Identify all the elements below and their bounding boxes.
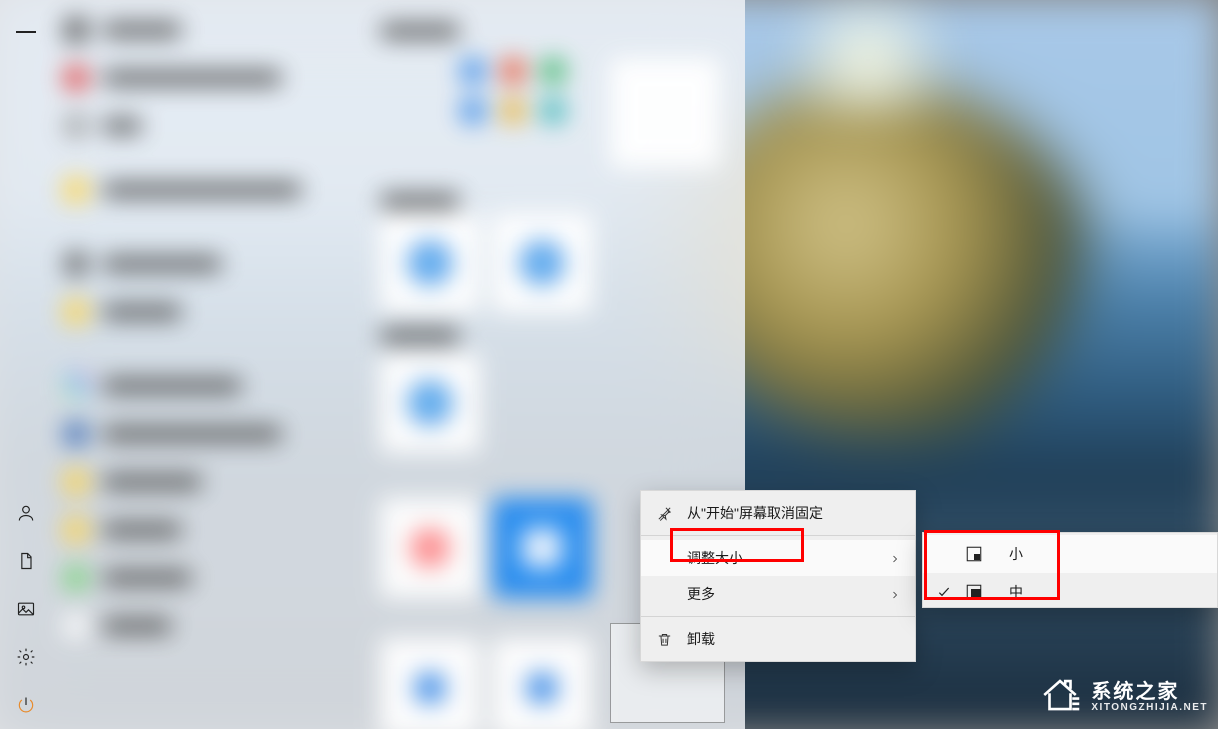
start-menu-blurred-content — [0, 0, 745, 729]
menu-item-uninstall-label: 卸载 — [687, 629, 715, 649]
size-option-small-label: 小 — [1009, 544, 1023, 564]
watermark-house-icon — [1039, 674, 1081, 721]
hamburger-icon[interactable] — [16, 22, 36, 42]
menu-item-unpin[interactable]: 从"开始"屏幕取消固定 — [641, 495, 915, 531]
watermark-url: XITONGZHIJIA.NET — [1091, 703, 1208, 714]
resize-submenu: 小 中 — [922, 532, 1218, 608]
documents-icon[interactable] — [16, 551, 36, 571]
menu-item-resize-label: 调整大小 — [687, 548, 743, 568]
menu-separator — [641, 616, 915, 617]
menu-item-more-label: 更多 — [687, 584, 715, 604]
power-icon[interactable] — [16, 695, 36, 715]
tile-size-medium-icon — [965, 583, 983, 601]
unpin-icon — [655, 504, 673, 522]
menu-item-uninstall[interactable]: 卸载 — [641, 621, 915, 657]
tile-size-small-icon — [965, 545, 983, 563]
menu-item-resize[interactable]: 调整大小 — [641, 540, 915, 576]
size-option-medium[interactable]: 中 — [923, 573, 1217, 608]
trash-icon — [655, 630, 673, 648]
menu-separator — [641, 535, 915, 536]
menu-item-more[interactable]: 更多 — [641, 576, 915, 612]
wallpaper-sun-glow — [758, 0, 978, 120]
start-left-rail — [0, 0, 52, 729]
chevron-right-icon — [889, 552, 901, 564]
settings-icon[interactable] — [16, 647, 36, 667]
user-icon[interactable] — [16, 503, 36, 523]
menu-item-unpin-label: 从"开始"屏幕取消固定 — [687, 503, 823, 523]
tile-context-menu: 从"开始"屏幕取消固定 调整大小 更多 卸载 — [640, 490, 916, 662]
check-icon — [935, 583, 953, 601]
watermark: 系统之家 XITONGZHIJIA.NET — [1039, 674, 1208, 721]
size-option-small[interactable]: 小 — [923, 535, 1217, 573]
start-menu-panel — [0, 0, 745, 729]
watermark-title: 系统之家 — [1091, 682, 1208, 703]
size-option-medium-label: 中 — [1009, 582, 1023, 602]
pictures-icon[interactable] — [16, 599, 36, 619]
chevron-right-icon — [889, 588, 901, 600]
